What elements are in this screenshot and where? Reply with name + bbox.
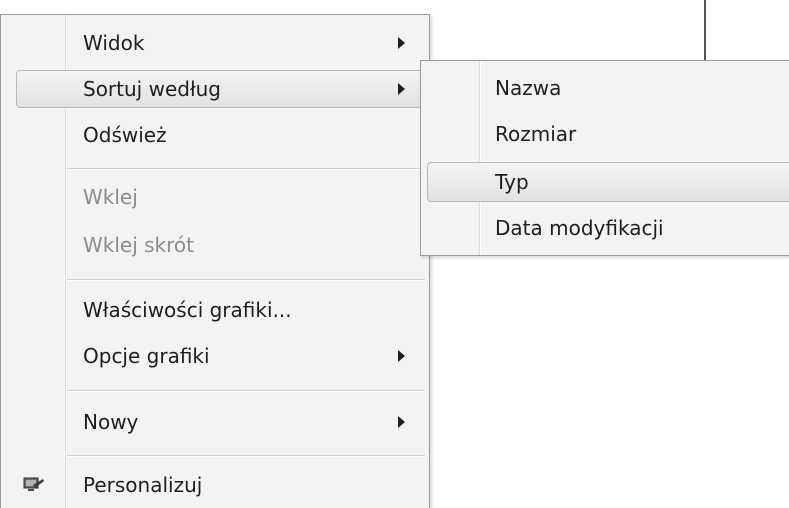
- menu-item-label: Sortuj według: [83, 77, 221, 101]
- menu-item-personalize[interactable]: Personalizuj: [1, 463, 429, 507]
- menu-item-label: Widok: [83, 31, 145, 55]
- submenu-item-name[interactable]: Nazwa: [421, 65, 789, 111]
- submenu-item-label: Typ: [495, 170, 529, 194]
- submenu-arrow-icon: [398, 37, 405, 49]
- submenu-item-label: Rozmiar: [495, 122, 577, 146]
- menu-item-highlight: [16, 70, 426, 108]
- menu-separator: [67, 279, 425, 281]
- menu-item-label: Opcje grafiki: [83, 344, 210, 368]
- menu-item-sort-by[interactable]: Sortuj według: [1, 67, 429, 111]
- menu-item-label: Wklej skrót: [83, 233, 194, 257]
- submenu-item-label: Nazwa: [495, 76, 562, 100]
- menu-item-graphics-options[interactable]: Opcje grafiki: [1, 334, 429, 378]
- menu-item-graphics-properties[interactable]: Właściwości grafiki...: [1, 288, 429, 332]
- menu-item-paste-shortcut: Wklej skrót: [1, 223, 429, 267]
- sort-by-submenu: Nazwa Rozmiar Typ Data modyfikacji: [420, 60, 789, 256]
- submenu-arrow-icon: [398, 83, 405, 95]
- menu-item-view[interactable]: Widok: [1, 21, 429, 65]
- submenu-item-size[interactable]: Rozmiar: [421, 111, 789, 157]
- personalize-icon: [23, 477, 44, 491]
- menu-item-refresh[interactable]: Odśwież: [1, 113, 429, 157]
- submenu-item-label: Data modyfikacji: [495, 216, 664, 240]
- submenu-arrow-icon: [398, 416, 405, 428]
- menu-item-label: Właściwości grafiki...: [83, 298, 292, 322]
- submenu-item-date-modified[interactable]: Data modyfikacji: [421, 205, 789, 251]
- menu-item-label: Personalizuj: [83, 473, 203, 497]
- menu-item-paste: Wklej: [1, 175, 429, 219]
- menu-item-label: Odśwież: [83, 123, 167, 147]
- menu-separator: [67, 455, 425, 457]
- submenu-item-highlight: [427, 162, 789, 202]
- submenu-arrow-icon: [398, 350, 405, 362]
- menu-separator: [67, 390, 425, 392]
- menu-item-label: Nowy: [83, 410, 139, 434]
- menu-separator: [67, 168, 425, 170]
- menu-item-new[interactable]: Nowy: [1, 400, 429, 444]
- desktop-context-menu: Widok Sortuj według Odśwież Wklej Wklej …: [0, 14, 430, 508]
- menu-item-label: Wklej: [83, 185, 138, 209]
- submenu-item-type[interactable]: Typ: [421, 159, 789, 205]
